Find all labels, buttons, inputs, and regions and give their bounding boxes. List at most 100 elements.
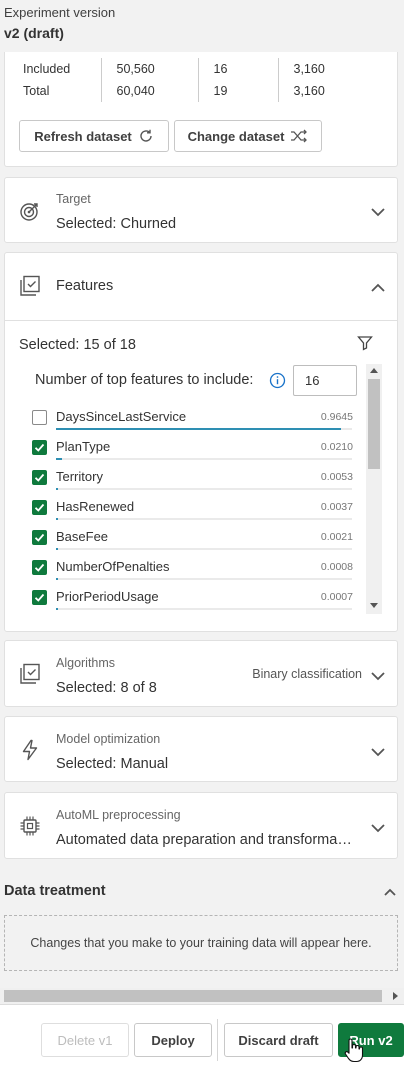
algorithms-label: Algorithms (56, 656, 116, 670)
feature-name: Territory (56, 469, 103, 484)
row-label: Included (23, 62, 71, 76)
algorithms-section[interactable]: Algorithms Selected: 8 of 8 Binary class… (4, 640, 398, 707)
feature-checkbox[interactable] (32, 500, 47, 515)
info-icon[interactable] (269, 372, 286, 389)
features-selected-count: Selected: 15 of 18 (19, 337, 136, 353)
features-scrollbar[interactable] (366, 364, 382, 614)
feature-checkbox[interactable] (32, 470, 47, 485)
lightning-icon (22, 739, 38, 761)
row-value: 3,160 (277, 58, 338, 80)
chevron-down-icon[interactable] (371, 207, 385, 217)
change-dataset-label: Change dataset (187, 128, 285, 144)
chip-icon (20, 816, 40, 836)
hand-cursor-icon (344, 1038, 364, 1063)
importance-track (56, 428, 352, 430)
chevron-down-icon[interactable] (371, 671, 385, 681)
feature-row[interactable]: HasRenewed 0.0037 (30, 495, 360, 525)
scroll-right-icon[interactable] (393, 992, 399, 1000)
feature-importance-value: 0.0007 (320, 591, 353, 603)
table-row: Included 50,560 16 3,160 (19, 58, 338, 80)
feature-importance-value: 0.0021 (320, 531, 353, 543)
row-value: 3,160 (277, 80, 338, 102)
checkmark-icon (34, 443, 45, 452)
algorithms-type: Binary classification (252, 667, 362, 681)
feature-checkbox[interactable] (32, 440, 47, 455)
checkmark-icon (34, 503, 45, 512)
refresh-dataset-button[interactable]: Refresh dataset (19, 120, 169, 152)
row-label: Total (23, 84, 50, 98)
chevron-down-icon[interactable] (371, 823, 385, 833)
model-optimization-value: Selected: Manual (56, 756, 169, 772)
automl-preprocessing-section[interactable]: AutoML preprocessing Automated data prep… (4, 792, 398, 859)
chevron-up-icon[interactable] (384, 888, 396, 896)
change-dataset-button[interactable]: Change dataset (174, 120, 322, 152)
model-optimization-section[interactable]: Model optimization Selected: Manual (4, 716, 398, 782)
feature-row[interactable]: NumberOfPenalties 0.0008 (30, 555, 360, 585)
row-value: 16 (197, 58, 278, 80)
feature-name: PriorPeriodUsage (56, 589, 159, 604)
discard-draft-label: Discard draft (238, 1032, 319, 1048)
dataset-stats-card: Included 50,560 16 3,160 Total 60,040 19… (4, 52, 398, 167)
deploy-label: Deploy (151, 1032, 195, 1048)
importance-track (56, 608, 352, 610)
refresh-dataset-label: Refresh dataset (34, 128, 132, 144)
feature-list: DaysSinceLastService 0.9645 PlanType 0.0210… (30, 405, 366, 615)
data-treatment-title: Data treatment (4, 883, 106, 899)
deploy-button[interactable]: Deploy (134, 1023, 212, 1057)
features-header[interactable]: Features (5, 253, 397, 321)
feature-importance-value: 0.0008 (320, 561, 353, 573)
importance-bar (56, 578, 58, 580)
data-treatment-empty-state: Changes that you make to your training d… (4, 915, 398, 971)
data-treatment-message: Changes that you make to your training d… (30, 936, 372, 950)
feature-name: HasRenewed (56, 499, 135, 514)
importance-bar (56, 458, 63, 460)
top-features-input[interactable]: 16 (293, 365, 357, 396)
target-label: Target (56, 192, 91, 206)
automl-preprocessing-value: Automated data preparation and transform… (56, 832, 352, 848)
importance-bar (56, 428, 342, 430)
features-title: Features (56, 278, 114, 294)
chevron-up-icon[interactable] (371, 283, 385, 293)
feature-row[interactable]: PlanType 0.0210 (30, 435, 360, 465)
filter-icon[interactable] (357, 335, 373, 351)
delete-v1-button[interactable]: Delete v1 (41, 1023, 129, 1057)
importance-bar (56, 608, 58, 610)
importance-track (56, 458, 352, 460)
feature-checkbox[interactable] (32, 560, 47, 575)
experiment-version-label: Experiment version (4, 5, 116, 20)
horizontal-scrollbar[interactable] (0, 988, 404, 1004)
model-optimization-label: Model optimization (56, 732, 161, 746)
feature-importance-value: 0.0210 (320, 441, 353, 453)
feature-name: BaseFee (56, 529, 109, 544)
row-value: 60,040 (100, 80, 198, 102)
feature-row[interactable]: DaysSinceLastService 0.9645 (30, 405, 360, 435)
feature-row[interactable]: BaseFee 0.0021 (30, 525, 360, 555)
scroll-up-icon[interactable] (370, 367, 378, 373)
refresh-icon (140, 129, 152, 142)
feature-checkbox[interactable] (32, 530, 47, 545)
row-value: 19 (197, 80, 278, 102)
horizontal-scrollbar-thumb[interactable] (4, 990, 382, 1002)
importance-track (56, 488, 352, 490)
importance-bar (56, 548, 58, 550)
importance-track (56, 518, 352, 520)
scroll-down-icon[interactable] (370, 603, 378, 609)
footer-divider (217, 1019, 218, 1061)
feature-checkbox[interactable] (32, 590, 47, 605)
feature-row[interactable]: PriorPeriodUsage 0.0007 (30, 585, 360, 615)
importance-track (56, 578, 352, 580)
checkmark-icon (34, 533, 45, 542)
delete-v1-label: Delete v1 (57, 1032, 113, 1048)
checkmark-icon (34, 593, 45, 602)
feature-importance-value: 0.0053 (320, 471, 353, 483)
target-section[interactable]: Target Selected: Churned (4, 177, 398, 243)
shuffle-icon (291, 129, 308, 143)
feature-row[interactable]: Territory 0.0053 (30, 465, 360, 495)
chevron-down-icon[interactable] (371, 747, 385, 757)
checkmark-icon (34, 563, 45, 572)
discard-draft-button[interactable]: Discard draft (224, 1023, 333, 1057)
target-icon (20, 203, 38, 221)
experiment-header: Experiment version v2 (draft) (0, 0, 404, 52)
feature-checkbox[interactable] (32, 410, 47, 425)
scrollbar-thumb[interactable] (368, 379, 380, 469)
